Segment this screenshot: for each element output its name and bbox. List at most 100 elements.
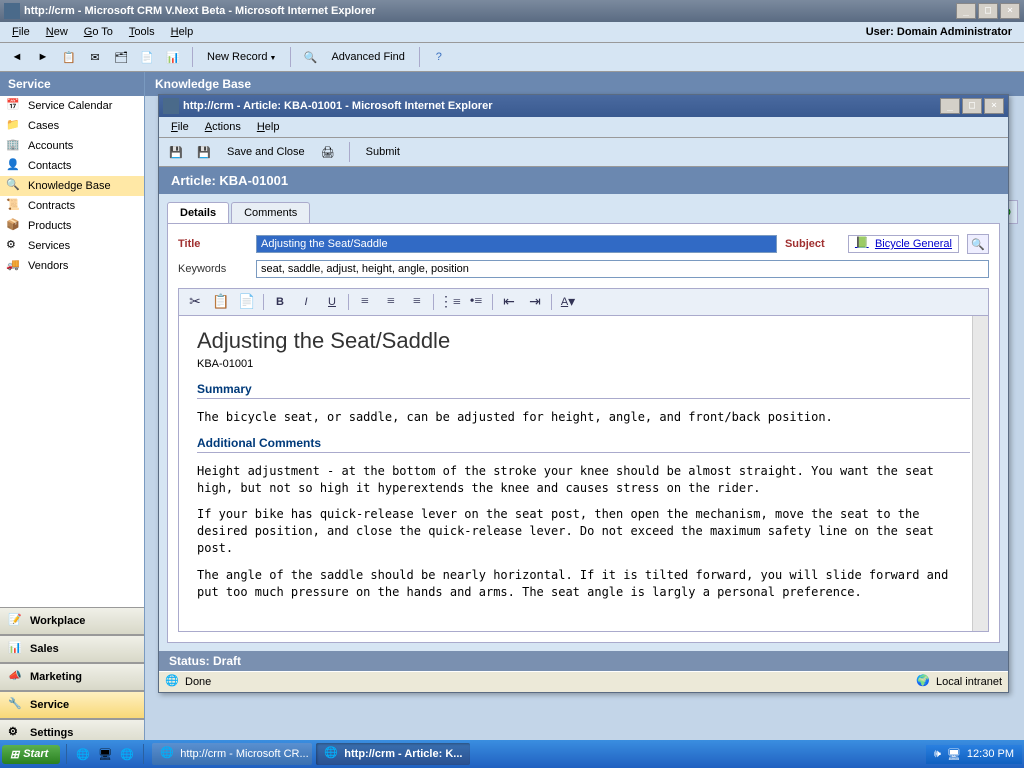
ql-desktop-icon[interactable]: 🖥 [95, 744, 115, 764]
title-label: Title [178, 238, 248, 250]
cut-icon[interactable]: ✂ [185, 292, 205, 312]
editor-toolbar: ✂ 📋 📄 B I U ≡ ≡ ≡ ⋮≡ •≡ ⇤ ⇥ A▾ [178, 288, 989, 316]
sidebar-item-contracts[interactable]: 📜Contracts [0, 196, 144, 216]
tab-details[interactable]: Details [167, 202, 229, 223]
copy-icon[interactable]: 📋 [211, 292, 231, 312]
child-restore-button[interactable]: □ [962, 98, 982, 114]
sidebar-header: Service [0, 72, 144, 96]
menu-file[interactable]: File [4, 24, 38, 40]
print-icon[interactable]: 🖨 [317, 141, 339, 163]
addl-p2: If your bike has quick-release lever on … [197, 506, 970, 556]
paste-icon[interactable]: 📄 [237, 292, 257, 312]
sidebar-item-services[interactable]: ⚙Services [0, 236, 144, 256]
article-statusbar: Status: Draft [159, 651, 1008, 671]
system-tray[interactable]: 🕪 🖥 12:30 PM [926, 745, 1022, 764]
saveclose-icon[interactable]: 💾 [193, 141, 215, 163]
align-center-icon[interactable]: ≡ [381, 292, 401, 312]
indent-icon[interactable]: ⇥ [525, 292, 545, 312]
tb-btn7-icon[interactable]: 📊 [162, 46, 184, 68]
taskbar-task-main[interactable]: 🌐http://crm - Microsoft CR... [152, 743, 312, 765]
menu-help[interactable]: Help [163, 24, 202, 40]
service-icon: 🔧 [8, 697, 24, 713]
tb-mail-icon[interactable]: ✉ [84, 46, 106, 68]
advanced-find-button[interactable]: Advanced Find [325, 51, 410, 63]
ie-icon: 🌐 [160, 746, 176, 762]
child-menu-actions[interactable]: Actions [197, 119, 249, 135]
zone-icon: 🌍 [916, 674, 932, 690]
sidebar-item-calendar[interactable]: 📅Service Calendar [0, 96, 144, 116]
bold-icon[interactable]: B [270, 292, 290, 312]
addl-p3: The angle of the saddle should be nearly… [197, 567, 970, 601]
tab-comments[interactable]: Comments [231, 202, 310, 223]
new-record-button[interactable]: New Record▼ [201, 51, 282, 63]
taskbar-task-article[interactable]: 🌐http://crm - Article: K... [316, 743, 470, 765]
marketing-icon: 📣 [8, 669, 24, 685]
nav-sales[interactable]: 📊Sales [0, 635, 144, 663]
contacts-icon: 👤 [6, 158, 22, 174]
main-title: http://crm - Microsoft CRM V.Next Beta -… [24, 5, 956, 17]
sidebar-item-accounts[interactable]: 🏢Accounts [0, 136, 144, 156]
tb-forward-icon[interactable]: ► [32, 46, 54, 68]
sidebar: Service 📅Service Calendar 📁Cases 🏢Accoun… [0, 72, 145, 747]
minimize-button[interactable]: _ [956, 3, 976, 19]
menu-tools[interactable]: Tools [121, 24, 163, 40]
sidebar-item-kb[interactable]: 🔍Knowledge Base [0, 176, 144, 196]
numlist-icon[interactable]: ⋮≡ [440, 292, 460, 312]
child-minimize-button[interactable]: _ [940, 98, 960, 114]
tb-btn3-icon[interactable]: 📋 [58, 46, 80, 68]
align-left-icon[interactable]: ≡ [355, 292, 375, 312]
bullist-icon[interactable]: •≡ [466, 292, 486, 312]
italic-icon[interactable]: I [296, 292, 316, 312]
user-label: User: Domain Administrator [866, 26, 1020, 38]
menu-goto[interactable]: Go To [76, 24, 121, 40]
tray-icon-1[interactable]: 🕪 [934, 748, 941, 761]
content-header: Knowledge Base [145, 72, 1024, 96]
ql-ie2-icon[interactable]: 🌐 [117, 744, 137, 764]
child-menu-file[interactable]: File [163, 119, 197, 135]
ql-ie-icon[interactable]: 🌐 [73, 744, 93, 764]
ie-status-icon: 🌐 [165, 674, 181, 690]
underline-icon[interactable]: U [322, 292, 342, 312]
save-close-button[interactable]: Save and Close [221, 146, 311, 158]
keywords-input[interactable] [256, 260, 989, 278]
tb-btn6-icon[interactable]: 📄 [136, 46, 158, 68]
editor-scrollbar[interactable] [972, 316, 988, 631]
sidebar-item-vendors[interactable]: 🚚Vendors [0, 256, 144, 276]
help-icon[interactable]: ? [428, 46, 450, 68]
addl-p1: Height adjustment - at the bottom of the… [197, 463, 970, 497]
main-toolbar: ◄ ► 📋 ✉ 🗂 📄 📊 New Record▼ 🔍 Advanced Fin… [0, 43, 1024, 72]
sidebar-item-cases[interactable]: 📁Cases [0, 116, 144, 136]
child-close-button[interactable]: × [984, 98, 1004, 114]
start-button[interactable]: ⊞Start [2, 745, 60, 764]
menu-new[interactable]: New [38, 24, 76, 40]
sidebar-item-products[interactable]: 📦Products [0, 216, 144, 236]
outdent-icon[interactable]: ⇤ [499, 292, 519, 312]
child-menu-help[interactable]: Help [249, 119, 288, 135]
editor-body[interactable]: Adjusting the Seat/Saddle KBA-01001 Summ… [178, 316, 989, 632]
restore-button[interactable]: □ [978, 3, 998, 19]
nav-marketing[interactable]: 📣Marketing [0, 663, 144, 691]
article-window: http://crm - Article: KBA-01001 - Micros… [158, 94, 1009, 693]
article-id: KBA-01001 [197, 358, 970, 370]
child-title: http://crm - Article: KBA-01001 - Micros… [183, 100, 940, 112]
align-right-icon[interactable]: ≡ [407, 292, 427, 312]
tray-icon-2[interactable]: 🖥 [947, 748, 961, 761]
subject-icon: 📗 [855, 236, 871, 252]
nav-workplace[interactable]: 📝Workplace [0, 607, 144, 635]
submit-button[interactable]: Submit [360, 146, 406, 158]
clock: 12:30 PM [967, 748, 1014, 760]
sidebar-item-contacts[interactable]: 👤Contacts [0, 156, 144, 176]
subject-link[interactable]: 📗Bicycle General [848, 235, 959, 253]
addlcomments-heading: Additional Comments [197, 436, 970, 453]
close-button[interactable]: × [1000, 3, 1020, 19]
tb-back-icon[interactable]: ◄ [6, 46, 28, 68]
tb-btn5-icon[interactable]: 🗂 [110, 46, 132, 68]
fontcolor-icon[interactable]: A▾ [558, 292, 578, 312]
advfind-icon[interactable]: 🔍 [299, 46, 321, 68]
save-icon[interactable]: 💾 [165, 141, 187, 163]
title-input[interactable] [256, 235, 777, 253]
products-icon: 📦 [6, 218, 22, 234]
subject-lookup-button[interactable]: 🔍 [967, 234, 989, 254]
nav-service[interactable]: 🔧Service [0, 691, 144, 719]
contracts-icon: 📜 [6, 198, 22, 214]
